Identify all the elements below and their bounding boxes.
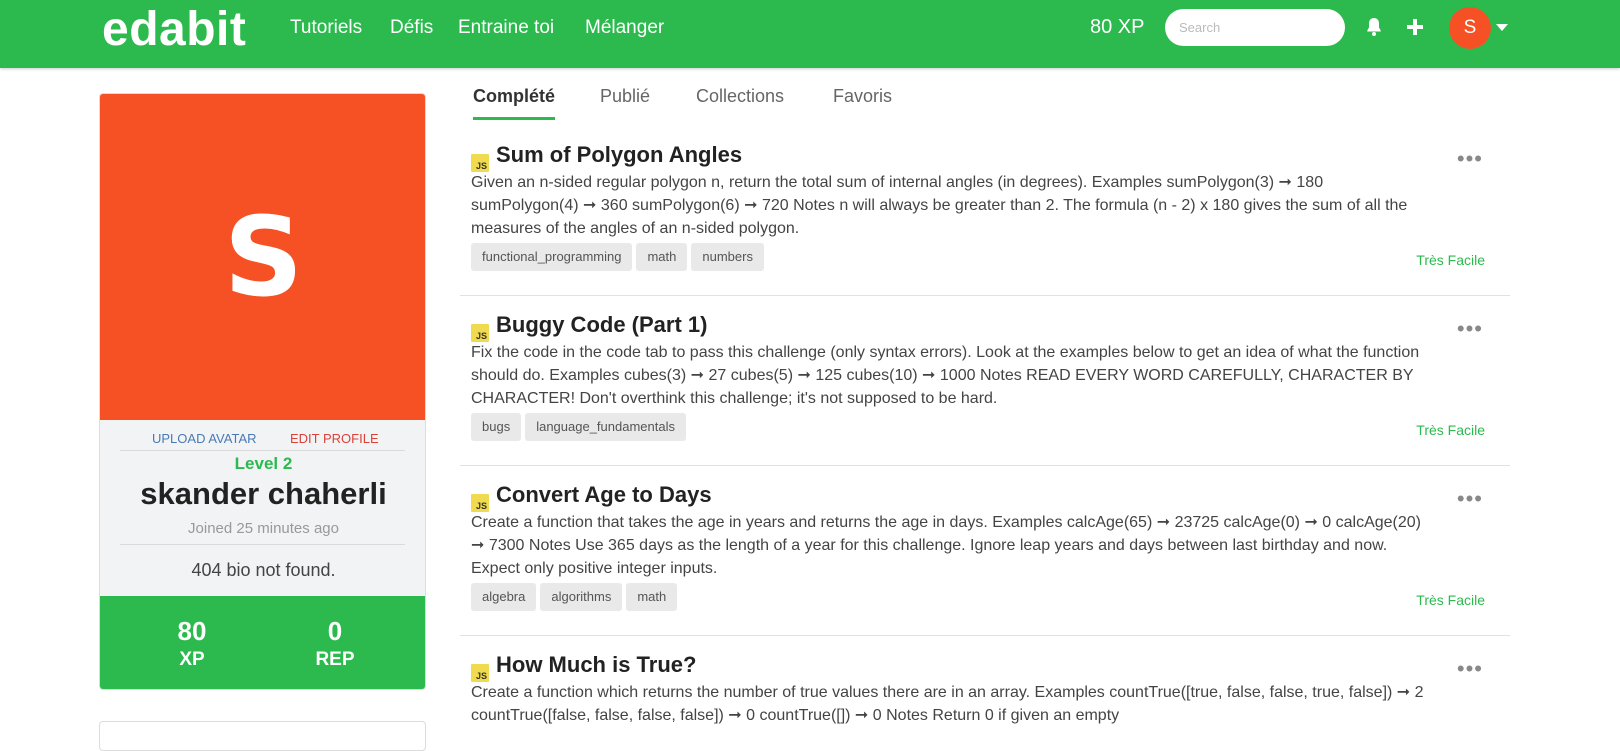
tag[interactable]: algebra [471, 583, 537, 611]
challenge-tags: bugs language_fundamentals [471, 413, 690, 441]
more-options-icon[interactable]: ••• [1457, 146, 1483, 172]
more-options-icon[interactable]: ••• [1457, 316, 1483, 342]
challenge-title[interactable]: Buggy Code (Part 1) [496, 312, 707, 338]
challenge-title[interactable]: How Much is True? [496, 652, 696, 678]
profile-tabs: Complété Publié Collections Favoris [460, 86, 1510, 126]
profile-stats: 80 XP 0 REP [100, 596, 425, 689]
javascript-icon: JS [471, 154, 489, 172]
challenge-description: Create a function that takes the age in … [471, 514, 1422, 577]
profile-avatar: S [100, 94, 425, 420]
tag[interactable]: numbers [691, 243, 764, 271]
chevron-down-icon[interactable] [1496, 24, 1508, 31]
challenge-description: Create a function which returns the numb… [471, 684, 1424, 724]
javascript-icon: JS [471, 324, 489, 342]
upload-avatar-link[interactable]: UPLOAD AVATAR [152, 431, 257, 446]
edit-profile-link[interactable]: EDIT PROFILE [290, 431, 379, 446]
challenge-item: JS Convert Age to Days ••• Create a func… [460, 470, 1510, 636]
tab-complete[interactable]: Complété [473, 86, 556, 120]
profile-bio: 404 bio not found. [191, 560, 336, 580]
challenge-item: JS How Much is True? ••• Create a functi… [460, 640, 1510, 740]
top-navbar: edabit Tutoriels Défis Entraine toi Méla… [0, 0, 1620, 68]
tab-favoris[interactable]: Favoris [833, 86, 892, 119]
challenge-title[interactable]: Convert Age to Days [496, 482, 712, 508]
plus-icon[interactable] [1403, 15, 1427, 39]
bell-icon[interactable] [1362, 15, 1386, 39]
tab-collections[interactable]: Collections [696, 86, 784, 119]
profile-card: S UPLOAD AVATAR EDIT PROFILE Level 2 ska… [99, 93, 426, 690]
profile-actions: UPLOAD AVATAR EDIT PROFILE [100, 426, 425, 456]
nav-link-melanger[interactable]: Mélanger [585, 17, 664, 39]
tag[interactable]: language_fundamentals [525, 413, 686, 441]
tab-publie[interactable]: Publié [600, 86, 650, 119]
profile-name: skander chaherli [140, 476, 387, 511]
tag[interactable]: math [636, 243, 688, 271]
javascript-icon: JS [471, 664, 489, 682]
challenge-description: Fix the code in the code tab to pass thi… [471, 344, 1420, 407]
difficulty-label: Très Facile [1416, 592, 1485, 608]
rep-stat: 0 REP [275, 616, 395, 671]
rep-label: REP [315, 649, 355, 670]
xp-label: XP [179, 649, 205, 670]
difficulty-label: Très Facile [1416, 422, 1485, 438]
profile-joined: Joined 25 minutes ago [188, 520, 339, 537]
challenge-tags: functional_programming math numbers [471, 243, 768, 271]
javascript-icon: JS [471, 494, 489, 512]
rep-value: 0 [327, 616, 343, 646]
challenge-description: Given an n-sided regular polygon n, retu… [471, 174, 1408, 237]
challenge-item: JS Buggy Code (Part 1) ••• Fix the code … [460, 300, 1510, 466]
challenge-title[interactable]: Sum of Polygon Angles [496, 142, 742, 168]
nav-xp-counter: 80 XP [1090, 16, 1145, 38]
more-options-icon[interactable]: ••• [1457, 486, 1483, 512]
tag[interactable]: math [626, 583, 678, 611]
more-options-icon[interactable]: ••• [1457, 656, 1483, 682]
challenge-tags: algebra algorithms math [471, 583, 681, 611]
difficulty-label: Très Facile [1416, 252, 1485, 268]
profile-level: Level 2 [234, 454, 293, 473]
xp-stat: 80 XP [132, 616, 252, 671]
secondary-card [99, 721, 426, 751]
search-input[interactable] [1165, 9, 1345, 46]
user-avatar-menu[interactable]: S [1449, 7, 1491, 49]
challenge-item: JS Sum of Polygon Angles ••• Given an n-… [460, 130, 1510, 296]
nav-link-tutoriels[interactable]: Tutoriels [290, 17, 362, 39]
tag[interactable]: bugs [471, 413, 522, 441]
xp-value: 80 [177, 616, 207, 646]
divider [120, 450, 405, 451]
tag[interactable]: functional_programming [471, 243, 633, 271]
nav-link-defis[interactable]: Défis [390, 17, 433, 39]
edabit-logo[interactable]: edabit [102, 2, 246, 57]
tag[interactable]: algorithms [540, 583, 623, 611]
divider [120, 544, 405, 545]
nav-link-entraine-toi[interactable]: Entraine toi [458, 17, 554, 39]
